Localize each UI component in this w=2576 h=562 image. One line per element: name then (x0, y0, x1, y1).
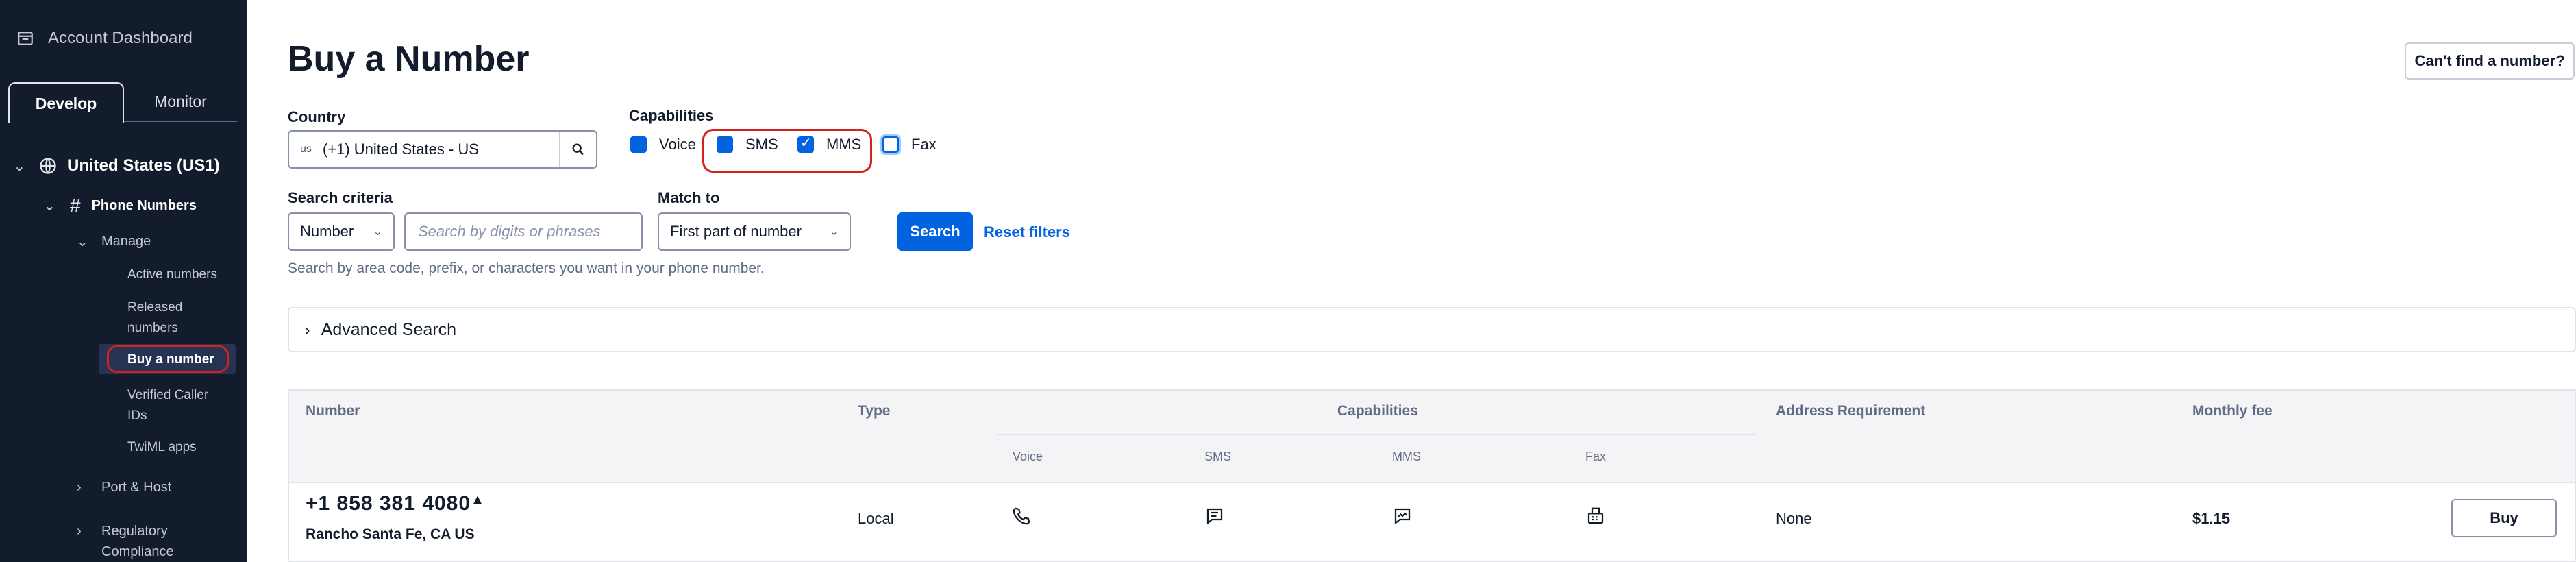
number-type: Local (858, 510, 894, 527)
chevron-right-icon: › (77, 524, 82, 539)
annotation-ring (107, 345, 229, 373)
sidebar-item-port-host[interactable]: › Port & Host (77, 480, 171, 496)
search-criteria-label: Search criteria (288, 189, 393, 206)
chevron-down-icon: ⌄ (829, 226, 839, 238)
match-to-select[interactable]: First part of number ⌄ (658, 212, 851, 251)
region-selector[interactable]: ⌄ United States (US1) (14, 156, 220, 175)
table-row (288, 482, 2576, 562)
sidebar-item-phone-numbers[interactable]: ⌄ # Phone Numbers (44, 195, 197, 217)
capability-fax-checkbox[interactable]: Fax (882, 136, 937, 154)
col-monthly-fee: Monthly fee (2192, 403, 2272, 419)
sidebar-item-active-numbers[interactable]: Active numbers (127, 265, 230, 285)
checkbox-empty (882, 136, 899, 153)
capability-label: Voice (659, 136, 696, 153)
phone-number: +1 858 381 4080▲ (306, 492, 485, 515)
advanced-search-toggle[interactable]: › Advanced Search (288, 307, 2576, 352)
sidebar-item-label: Port & Host (101, 480, 172, 495)
page-title: Buy a Number (288, 39, 530, 79)
sidebar-item-released-numbers[interactable]: Released numbers (127, 297, 230, 339)
country-value: (+1) United States - US (322, 140, 479, 158)
country-label: Country (288, 108, 346, 125)
country-select[interactable]: us (+1) United States - US (288, 130, 597, 169)
tab-develop[interactable]: Develop (8, 82, 124, 123)
address-requirement: None (1776, 510, 1812, 527)
chevron-down-icon: ⌄ (373, 226, 382, 238)
col-cap-mms: MMS (1392, 450, 1421, 463)
caret-up-icon: ▲ (471, 492, 485, 507)
country-search-button[interactable] (559, 132, 596, 167)
account-dashboard-label: Account Dashboard (48, 29, 193, 47)
col-address-requirement: Address Requirement (1776, 403, 1926, 419)
col-number: Number (306, 403, 360, 419)
cant-find-number-button[interactable]: Can't find a number? (2405, 42, 2575, 80)
sidebar-item-label: Manage (101, 234, 151, 249)
divider (997, 434, 1756, 435)
chevron-right-icon: › (77, 480, 82, 495)
dashboard-icon (18, 32, 33, 45)
chevron-down-icon: ⌄ (44, 198, 55, 214)
sidebar-item-manage[interactable]: ⌄ Manage (77, 233, 151, 250)
col-cap-fax: Fax (1585, 450, 1607, 463)
sidebar: Account Dashboard Develop Monitor ⌄ Unit… (0, 0, 247, 562)
hash-icon: # (70, 195, 81, 216)
phone-number-text: +1 858 381 4080 (306, 492, 471, 515)
advanced-search-label: Advanced Search (321, 319, 457, 339)
col-type: Type (858, 403, 891, 419)
search-digits-input[interactable]: Search by digits or phrases (404, 212, 643, 251)
sidebar-item-regulatory[interactable]: › Regulatory Compliance (77, 521, 177, 562)
account-dashboard-link[interactable]: Account Dashboard (16, 29, 193, 48)
sidebar-item-verified-caller-ids[interactable]: Verified Caller IDs (127, 385, 230, 426)
tab-monitor[interactable]: Monitor (124, 82, 237, 121)
sms-icon (1206, 508, 1223, 525)
fax-icon (1587, 507, 1604, 524)
search-button[interactable]: Search (897, 212, 973, 251)
monthly-fee: $1.15 (2192, 510, 2231, 527)
region-label: United States (US1) (67, 156, 220, 175)
match-to-label: Match to (658, 189, 720, 206)
capability-voice-checkbox[interactable]: Voice (630, 136, 696, 154)
globe-icon (40, 158, 56, 174)
checkbox-filled (630, 136, 647, 153)
develop-monitor-switch: Develop Monitor (8, 82, 237, 123)
phone-icon (1013, 507, 1030, 525)
chevron-down-icon: ⌄ (77, 234, 88, 249)
country-flag: us (300, 143, 312, 155)
search-icon (572, 143, 584, 156)
col-capabilities: Capabilities (1337, 403, 1418, 419)
mms-icon (1394, 508, 1411, 525)
search-hint: Search by area code, prefix, or characte… (288, 260, 765, 276)
capability-label: Fax (911, 136, 937, 153)
col-cap-voice: Voice (1013, 450, 1043, 463)
col-cap-sms: SMS (1204, 450, 1232, 463)
select-value: Number (300, 223, 354, 240)
sidebar-item-label: Phone Numbers (91, 197, 197, 213)
phone-location: Rancho Santa Fe, CA US (306, 526, 475, 542)
sidebar-item-twiml-apps[interactable]: TwiML apps (127, 437, 230, 458)
search-criteria-select[interactable]: Number ⌄ (288, 212, 395, 251)
annotation-ring (702, 129, 872, 173)
main-content: Buy a Number Can't find a number? Countr… (247, 0, 2576, 562)
capabilities-label: Capabilities (629, 107, 714, 124)
chevron-down-icon: ⌄ (14, 158, 25, 174)
select-value: First part of number (670, 223, 802, 240)
chevron-right-icon: › (304, 319, 310, 340)
reset-filters-link[interactable]: Reset filters (984, 223, 1070, 241)
sidebar-item-label: Regulatory Compliance (101, 524, 174, 559)
buy-button[interactable]: Buy (2451, 499, 2557, 537)
